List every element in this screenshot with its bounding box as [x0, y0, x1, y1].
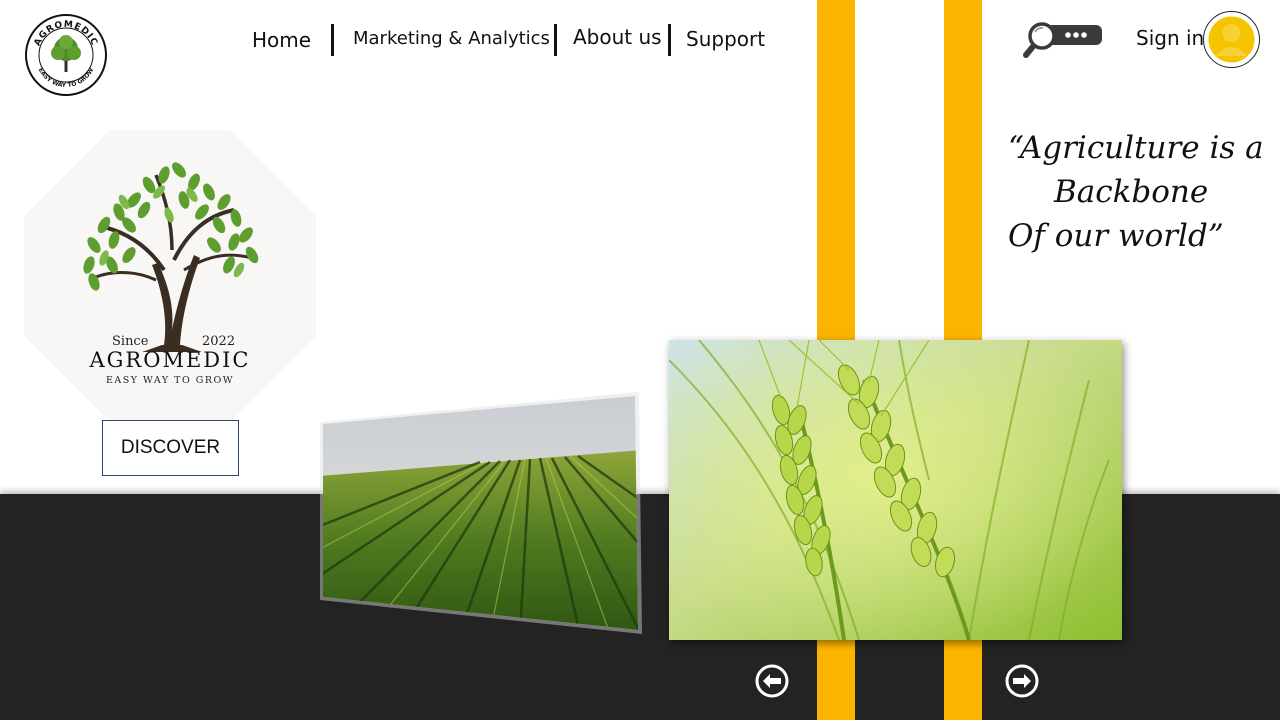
nav-divider	[668, 24, 671, 56]
hero-quote: “Agriculture is a Backbone Of our world”	[1008, 126, 1278, 258]
nav-marketing-analytics[interactable]: Marketing & Analytics	[353, 28, 550, 49]
quote-line-2: Backbone	[1054, 174, 1209, 210]
nav-divider	[554, 24, 557, 56]
brand-year-label: 2022	[202, 334, 235, 349]
search-icon[interactable]	[1022, 20, 1104, 60]
quote-line-3: Of our world”	[1008, 218, 1224, 254]
brand-tagline: EASY WAY TO GROW	[106, 375, 234, 386]
quote-line-1: “Agriculture is a	[1008, 130, 1264, 166]
discover-button[interactable]: DISCOVER	[102, 420, 239, 476]
nav-home[interactable]: Home	[252, 28, 311, 52]
nav-support[interactable]: Support	[686, 27, 765, 51]
gallery-image-crop-field[interactable]	[320, 392, 642, 634]
arrow-right-circle-icon[interactable]	[1005, 664, 1039, 698]
nav-divider	[331, 24, 334, 56]
gallery-image-wheat[interactable]	[669, 340, 1122, 640]
brand-since-label: Since	[112, 334, 149, 349]
user-avatar-icon[interactable]	[1203, 11, 1260, 68]
sign-in-link[interactable]: Sign in	[1136, 26, 1204, 50]
arrow-left-circle-icon[interactable]	[755, 664, 789, 698]
nav-about-us[interactable]: About us	[573, 25, 662, 49]
header-logo[interactable]: AGROMEDIC EASY WAY TO GROW	[24, 13, 108, 97]
brand-name: AGROMEDIC	[88, 348, 250, 372]
brand-emblem: Since 2022 AGROMEDIC EASY WAY TO GROW	[24, 130, 316, 422]
